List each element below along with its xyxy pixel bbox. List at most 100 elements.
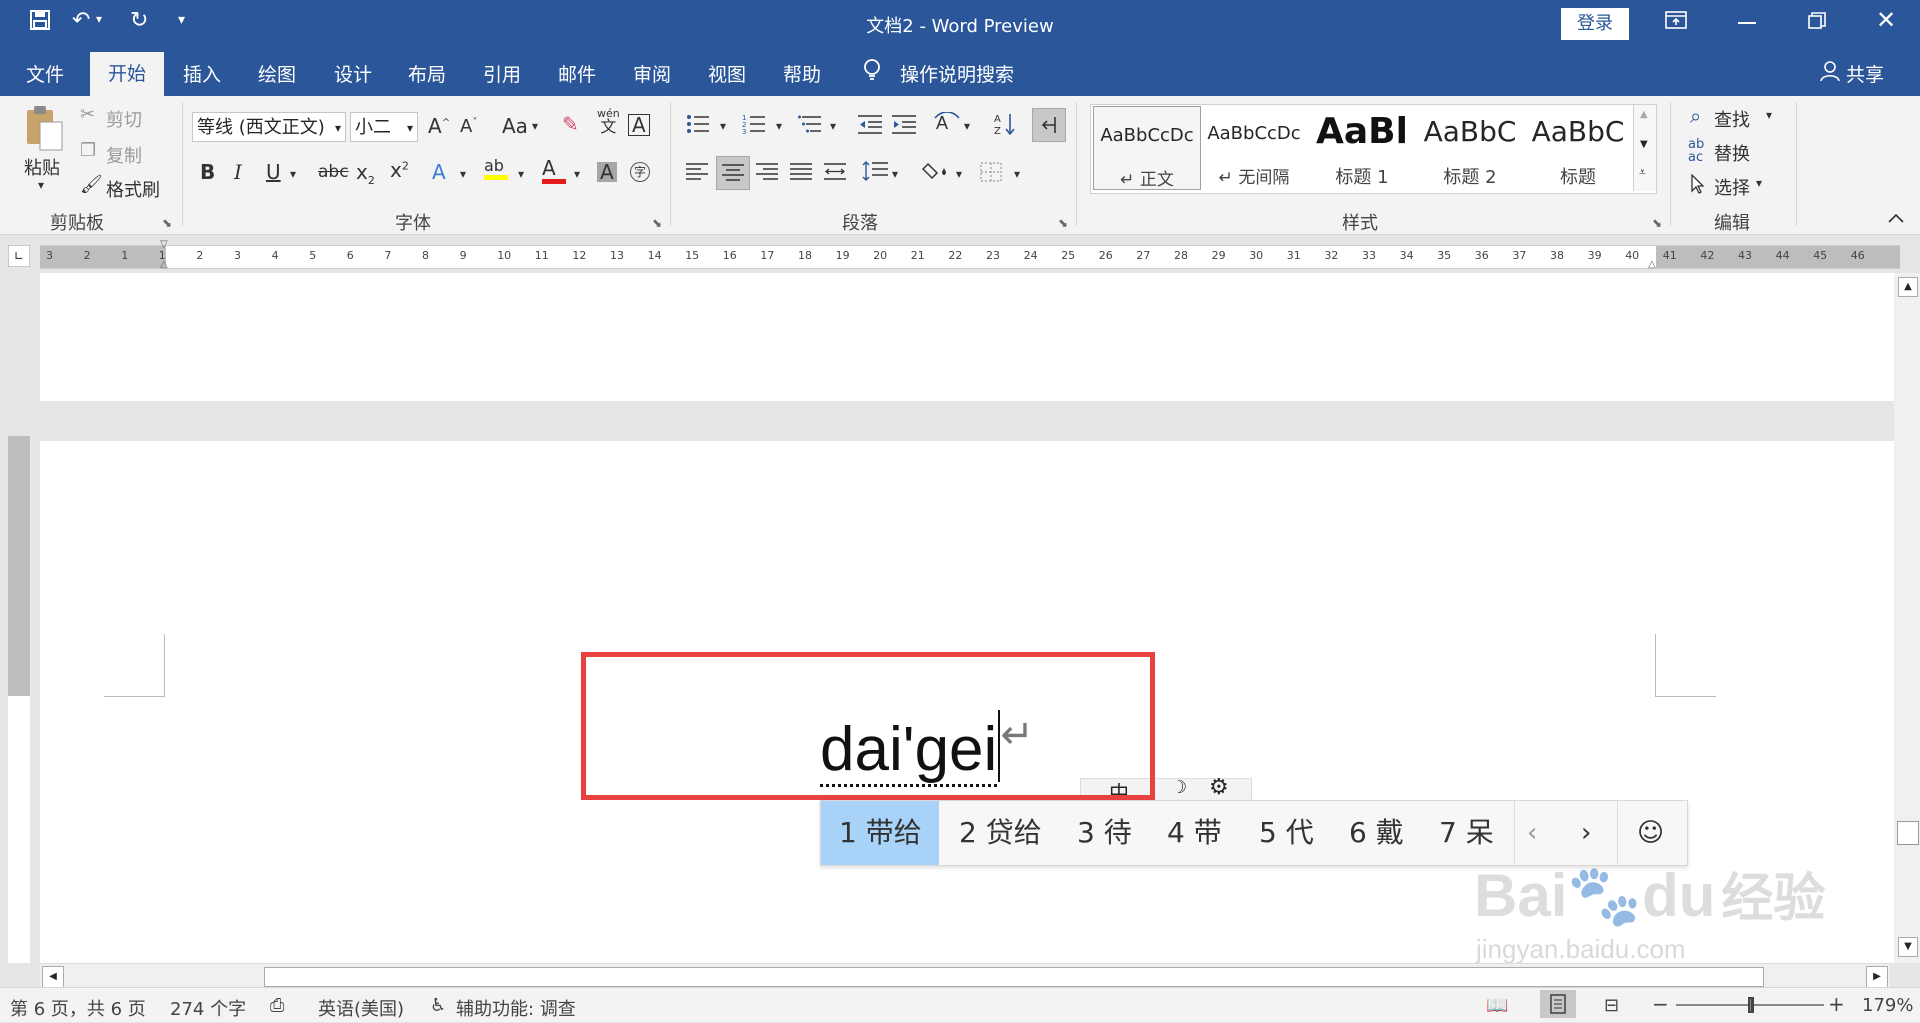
scroll-left-icon[interactable]: ◀ xyxy=(42,966,64,988)
paste-button[interactable]: 粘贴 xyxy=(24,154,60,180)
tell-me-search[interactable]: 操作说明搜索 xyxy=(900,60,1014,87)
chevron-down-icon[interactable]: ▾ xyxy=(532,120,538,132)
bullets-icon[interactable] xyxy=(686,114,710,137)
clipboard-launcher-icon[interactable]: ⬊ xyxy=(162,216,172,230)
close-icon[interactable]: ✕ xyxy=(1876,6,1896,34)
justify-icon[interactable] xyxy=(790,162,812,185)
show-hide-marks-icon[interactable] xyxy=(1032,108,1066,142)
highlight-color-icon[interactable]: ab xyxy=(484,158,508,180)
ime-candidate-2[interactable]: 2 贷给 xyxy=(959,801,1042,865)
print-layout-icon[interactable] xyxy=(1540,990,1576,1018)
zoom-out-icon[interactable]: − xyxy=(1652,992,1669,1016)
font-size-combo[interactable]: 小二 ▾ xyxy=(350,112,418,142)
first-line-indent-icon[interactable]: ▽ xyxy=(160,239,168,250)
format-painter-button[interactable]: 格式刷 xyxy=(106,176,160,202)
right-indent-icon[interactable]: △ xyxy=(1648,259,1656,270)
font-color-icon[interactable]: A xyxy=(542,158,566,184)
ime-candidate-6[interactable]: 6 戴 xyxy=(1349,801,1404,865)
hscroll-thumb[interactable] xyxy=(264,967,1764,987)
gallery-down-icon[interactable]: ▼ xyxy=(1640,139,1648,150)
align-left-icon[interactable] xyxy=(686,162,708,185)
proofing-icon[interactable]: ⎙ xyxy=(270,995,284,1016)
character-border-icon[interactable]: A xyxy=(628,114,650,136)
distributed-icon[interactable] xyxy=(824,162,846,185)
replace-button[interactable]: 替换 xyxy=(1714,140,1750,166)
moon-icon[interactable]: ☽ xyxy=(1171,777,1187,798)
chevron-down-icon[interactable]: ▾ xyxy=(776,120,782,132)
scroll-thumb[interactable] xyxy=(1897,821,1919,845)
accessibility-status[interactable]: 辅助功能: 调查 xyxy=(456,995,576,1021)
clear-formatting-icon[interactable]: ✎ xyxy=(562,114,579,134)
page-count[interactable]: 第 6 页，共 6 页 xyxy=(10,995,146,1021)
tab-insert[interactable]: 插入 xyxy=(183,60,221,87)
restore-icon[interactable] xyxy=(1808,12,1826,34)
ime-candidate-4[interactable]: 4 带 xyxy=(1167,801,1222,865)
zoom-slider-thumb[interactable] xyxy=(1748,997,1754,1013)
chinese-layout-icon[interactable]: A xyxy=(934,111,960,137)
tab-mailings[interactable]: 邮件 xyxy=(558,60,596,87)
chevron-down-icon[interactable]: ▾ xyxy=(290,168,296,180)
language[interactable]: 英语(美国) xyxy=(318,995,404,1021)
scroll-up-icon[interactable]: ▲ xyxy=(1898,277,1918,297)
collapse-ribbon-icon[interactable] xyxy=(1888,208,1904,227)
read-mode-icon[interactable]: 📖 xyxy=(1486,995,1508,1016)
chevron-down-icon[interactable]: ▾ xyxy=(1756,176,1762,190)
tab-home[interactable]: 开始 xyxy=(90,52,165,96)
line-spacing-icon[interactable] xyxy=(862,160,888,185)
zoom-level[interactable]: 179% xyxy=(1862,995,1913,1016)
chevron-down-icon[interactable]: ▾ xyxy=(964,120,970,132)
shrink-font-icon[interactable]: A˅ xyxy=(460,118,477,136)
style-heading-2[interactable]: AaBbC 标题 2 xyxy=(1417,105,1523,191)
tab-references[interactable]: 引用 xyxy=(483,60,521,87)
change-case-button[interactable]: Aa xyxy=(502,116,528,136)
horizontal-ruler[interactable]: ∟ 3 2 1 1 2 3 4 5 6 7 8 9 10 11 12 13 14 15 16 17 18 19 20 21 22… xyxy=(0,235,1920,273)
ime-candidate-5[interactable]: 5 代 xyxy=(1259,801,1314,865)
tab-selector-icon[interactable]: ∟ xyxy=(8,245,30,267)
style-heading-1[interactable]: AaBl 标题 1 xyxy=(1309,105,1415,191)
ribbon-display-options-icon[interactable] xyxy=(1665,10,1687,34)
tab-draw[interactable]: 绘图 xyxy=(258,60,296,87)
multilevel-list-icon[interactable] xyxy=(798,114,822,137)
subscript-icon[interactable]: x2 xyxy=(356,162,375,186)
gallery-up-icon[interactable]: ▲ xyxy=(1640,109,1648,120)
font-name-combo[interactable]: 等线 (西文正文) ▾ xyxy=(192,112,346,142)
gear-icon[interactable]: ⚙ xyxy=(1209,775,1229,800)
gallery-more-icon[interactable]: ⩡ xyxy=(1639,165,1646,180)
ime-candidate-1[interactable]: 1 带给 xyxy=(821,801,939,865)
vertical-scrollbar[interactable]: ▲ ▼ xyxy=(1894,273,1920,963)
paragraph-launcher-icon[interactable]: ⬊ xyxy=(1058,216,1068,230)
numbering-icon[interactable]: 123 xyxy=(742,114,766,137)
align-right-icon[interactable] xyxy=(756,162,778,185)
text-effects-icon[interactable]: A xyxy=(432,162,446,182)
hanging-indent-icon[interactable]: △ xyxy=(160,259,168,270)
zoom-in-icon[interactable]: + xyxy=(1828,992,1845,1016)
grow-font-icon[interactable]: A^ xyxy=(428,116,450,136)
cut-button[interactable]: 剪切 xyxy=(106,106,142,132)
character-shading-icon[interactable]: A xyxy=(597,162,617,182)
chevron-down-icon[interactable]: ▾ xyxy=(892,168,898,180)
phonetic-guide-icon[interactable]: wén 文 xyxy=(597,108,620,135)
sort-icon[interactable]: AZ xyxy=(994,112,1016,139)
underline-icon[interactable]: U xyxy=(266,162,281,182)
bold-icon[interactable]: B xyxy=(200,162,215,182)
chevron-down-icon[interactable]: ▾ xyxy=(1766,108,1772,122)
tab-review[interactable]: 审阅 xyxy=(633,60,671,87)
align-center-icon[interactable] xyxy=(716,156,750,190)
tab-help[interactable]: 帮助 xyxy=(783,60,821,87)
style-normal[interactable]: AaBbCcDc ↵ 正文 xyxy=(1093,106,1201,190)
minimize-icon[interactable] xyxy=(1738,22,1756,24)
tab-file[interactable]: 文件 xyxy=(26,60,64,87)
login-button[interactable]: 登录 xyxy=(1561,8,1629,40)
chevron-down-icon[interactable]: ▾ xyxy=(1014,168,1020,180)
paste-icon[interactable] xyxy=(24,104,64,156)
chevron-down-icon[interactable]: ▾ xyxy=(956,168,962,180)
find-button[interactable]: 查找 xyxy=(1714,106,1750,132)
strikethrough-icon[interactable]: abc xyxy=(318,164,349,181)
select-button[interactable]: 选择 xyxy=(1714,174,1750,200)
share-button[interactable]: 共享 xyxy=(1846,60,1884,87)
increase-indent-icon[interactable] xyxy=(892,114,916,137)
scroll-down-icon[interactable]: ▼ xyxy=(1898,937,1918,957)
style-title[interactable]: AaBbC 标题 xyxy=(1525,105,1631,191)
chevron-down-icon[interactable]: ▾ xyxy=(574,168,580,180)
chevron-down-icon[interactable]: ▾ xyxy=(720,120,726,132)
